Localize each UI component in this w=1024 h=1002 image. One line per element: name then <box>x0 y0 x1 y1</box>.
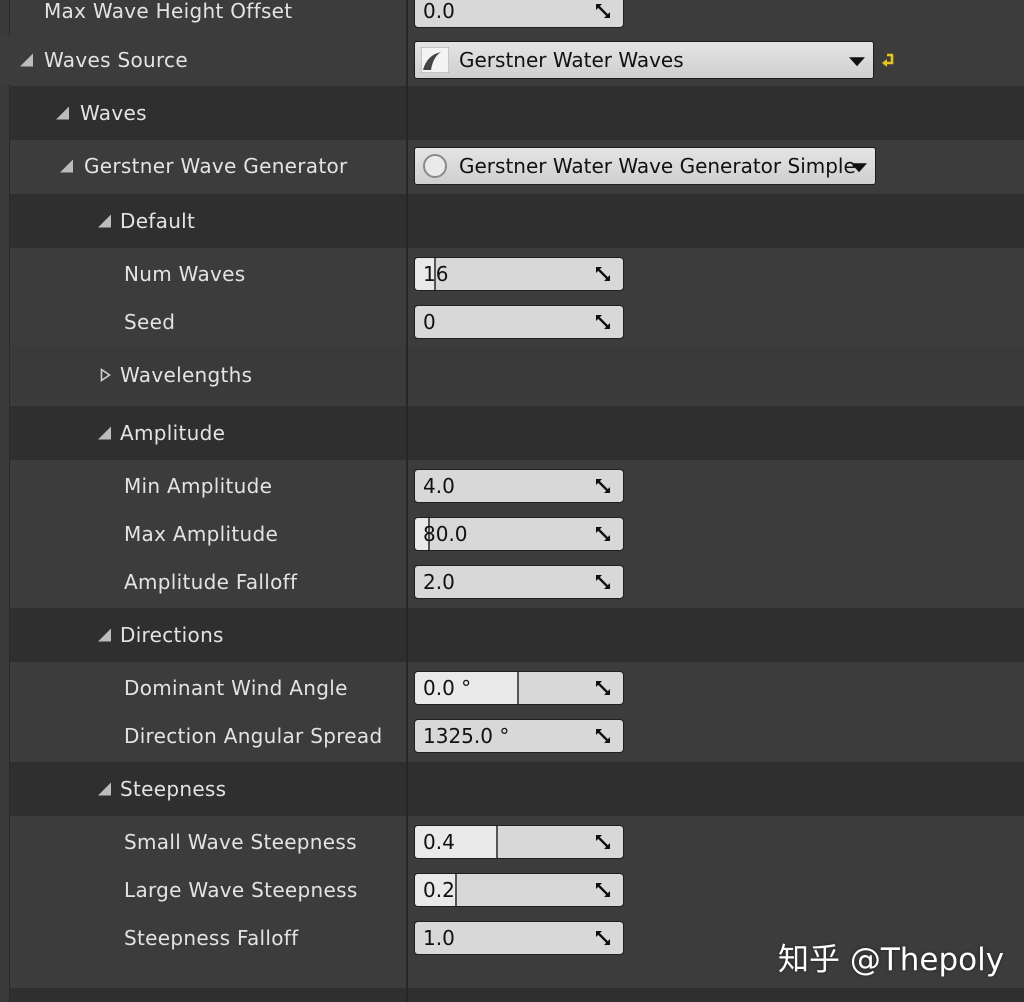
small-wave-steepness-label: Small Wave Steepness <box>124 830 357 854</box>
row-large-wave-steepness: Large Wave Steepness 0.2 <box>10 866 1024 914</box>
gerstner-wave-generator-value: Gerstner Water Wave Generator Simple <box>459 154 856 178</box>
category-directions[interactable]: Directions <box>10 608 1024 662</box>
row-amplitude-falloff: Amplitude Falloff 2.0 <box>10 558 1024 606</box>
gerstner-wave-generator-label: Gerstner Wave Generator <box>84 154 348 178</box>
panel-left-edge <box>0 0 10 1002</box>
direction-angular-spread-value: 1325.0 ° <box>423 724 510 748</box>
drag-arrows-icon <box>596 575 610 589</box>
max-amplitude-slider[interactable]: 80.0 <box>414 517 624 551</box>
directions-category-label: Directions <box>120 623 224 647</box>
drag-arrows-icon <box>596 315 610 329</box>
seed-value: 0 <box>423 310 436 334</box>
details-panel: Max Wave Height Offset 0.0 Waves Source … <box>0 0 1024 1002</box>
row-max-wave-height-offset: Max Wave Height Offset 0.0 <box>10 0 1024 36</box>
category-amplitude[interactable]: Amplitude <box>10 406 1024 460</box>
chevron-down-icon <box>851 163 867 173</box>
drag-arrows-icon <box>596 267 610 281</box>
dominant-wind-angle-label: Dominant Wind Angle <box>124 676 348 700</box>
drag-arrows-icon <box>596 479 610 493</box>
amplitude-falloff-label: Amplitude Falloff <box>124 570 298 594</box>
watermark: 知乎 @Thepoly <box>778 942 1005 978</box>
drag-arrows-icon <box>596 527 610 541</box>
dominant-wind-angle-value: 0.0 ° <box>423 676 472 700</box>
amplitude-falloff-value: 2.0 <box>423 570 455 594</box>
category-steepness[interactable]: Steepness <box>10 762 1024 816</box>
waves-source-label: Waves Source <box>44 48 188 72</box>
direction-angular-spread-label: Direction Angular Spread <box>124 724 383 748</box>
seed-label: Seed <box>124 310 176 334</box>
waves-source-dropdown[interactable]: Gerstner Water Waves <box>414 41 874 79</box>
row-waves-source: Waves Source Gerstner Water Waves <box>0 36 1024 84</box>
steepness-falloff-field[interactable]: 1.0 <box>414 921 624 955</box>
category-default[interactable]: Default <box>10 194 1024 248</box>
collapsed-arrow-icon[interactable] <box>100 368 111 382</box>
direction-angular-spread-field[interactable]: 1325.0 ° <box>414 719 624 753</box>
min-amplitude-field[interactable]: 4.0 <box>414 469 624 503</box>
steepness-falloff-label: Steepness Falloff <box>124 926 299 950</box>
min-amplitude-label: Min Amplitude <box>124 474 273 498</box>
row-gerstner-wave-generator: Gerstner Wave Generator Gerstner Water W… <box>10 140 1024 192</box>
waves-source-value: Gerstner Water Waves <box>459 48 684 72</box>
category-wavelengths[interactable]: Wavelengths <box>10 346 1024 404</box>
drag-arrows-icon <box>596 835 610 849</box>
expand-arrow-icon[interactable] <box>20 53 33 67</box>
row-num-waves: Num Waves 16 <box>10 250 1024 298</box>
next-category-strip <box>10 988 1024 1002</box>
drag-arrows-icon <box>596 681 610 695</box>
category-waves[interactable]: Waves <box>10 86 1024 140</box>
wave-asset-thumbnail-icon <box>421 47 449 73</box>
drag-arrows-icon <box>596 931 610 945</box>
large-wave-steepness-slider[interactable]: 0.2 <box>414 873 624 907</box>
num-waves-value: 16 <box>423 262 449 286</box>
row-min-amplitude: Min Amplitude 4.0 <box>10 462 1024 510</box>
expand-arrow-icon[interactable] <box>98 426 111 440</box>
max-wave-height-offset-value: 0.0 <box>423 0 455 23</box>
default-category-label: Default <box>120 209 196 233</box>
num-waves-label: Num Waves <box>124 262 246 286</box>
max-wave-height-offset-label: Max Wave Height Offset <box>44 0 293 23</box>
max-amplitude-label: Max Amplitude <box>124 522 279 546</box>
column-splitter[interactable] <box>406 0 408 1002</box>
row-direction-angular-spread: Direction Angular Spread 1325.0 ° <box>10 712 1024 760</box>
wavelengths-category-label: Wavelengths <box>120 363 253 387</box>
gerstner-wave-generator-dropdown[interactable]: Gerstner Water Wave Generator Simple <box>414 147 876 185</box>
row-max-amplitude: Max Amplitude 80.0 <box>10 510 1024 558</box>
amplitude-falloff-field[interactable]: 2.0 <box>414 565 624 599</box>
chevron-down-icon <box>849 57 865 67</box>
expand-arrow-icon[interactable] <box>56 106 69 120</box>
dominant-wind-angle-slider[interactable]: 0.0 ° <box>414 671 624 705</box>
max-wave-height-offset-field[interactable]: 0.0 <box>414 0 624 28</box>
max-amplitude-value: 80.0 <box>423 522 468 546</box>
expand-arrow-icon[interactable] <box>98 628 111 642</box>
drag-arrows-icon <box>596 729 610 743</box>
large-wave-steepness-label: Large Wave Steepness <box>124 878 358 902</box>
steepness-falloff-value: 1.0 <box>423 926 455 950</box>
row-seed: Seed 0 <box>10 298 1024 346</box>
drag-arrows-icon <box>596 4 610 18</box>
row-dominant-wind-angle: Dominant Wind Angle 0.0 ° <box>10 664 1024 712</box>
small-wave-steepness-slider[interactable]: 0.4 <box>414 825 624 859</box>
expand-arrow-icon[interactable] <box>60 159 73 173</box>
amplitude-category-label: Amplitude <box>120 421 226 445</box>
expand-arrow-icon[interactable] <box>98 214 111 228</box>
steepness-category-label: Steepness <box>120 777 227 801</box>
class-circle-icon <box>423 154 447 178</box>
reset-to-default-icon[interactable] <box>878 50 898 70</box>
expand-arrow-icon[interactable] <box>98 782 111 796</box>
large-wave-steepness-value: 0.2 <box>423 878 455 902</box>
drag-arrows-icon <box>596 883 610 897</box>
small-wave-steepness-value: 0.4 <box>423 830 455 854</box>
waves-category-label: Waves <box>80 101 147 125</box>
num-waves-slider[interactable]: 16 <box>414 257 624 291</box>
min-amplitude-value: 4.0 <box>423 474 455 498</box>
row-small-wave-steepness: Small Wave Steepness 0.4 <box>10 818 1024 866</box>
seed-field[interactable]: 0 <box>414 305 624 339</box>
